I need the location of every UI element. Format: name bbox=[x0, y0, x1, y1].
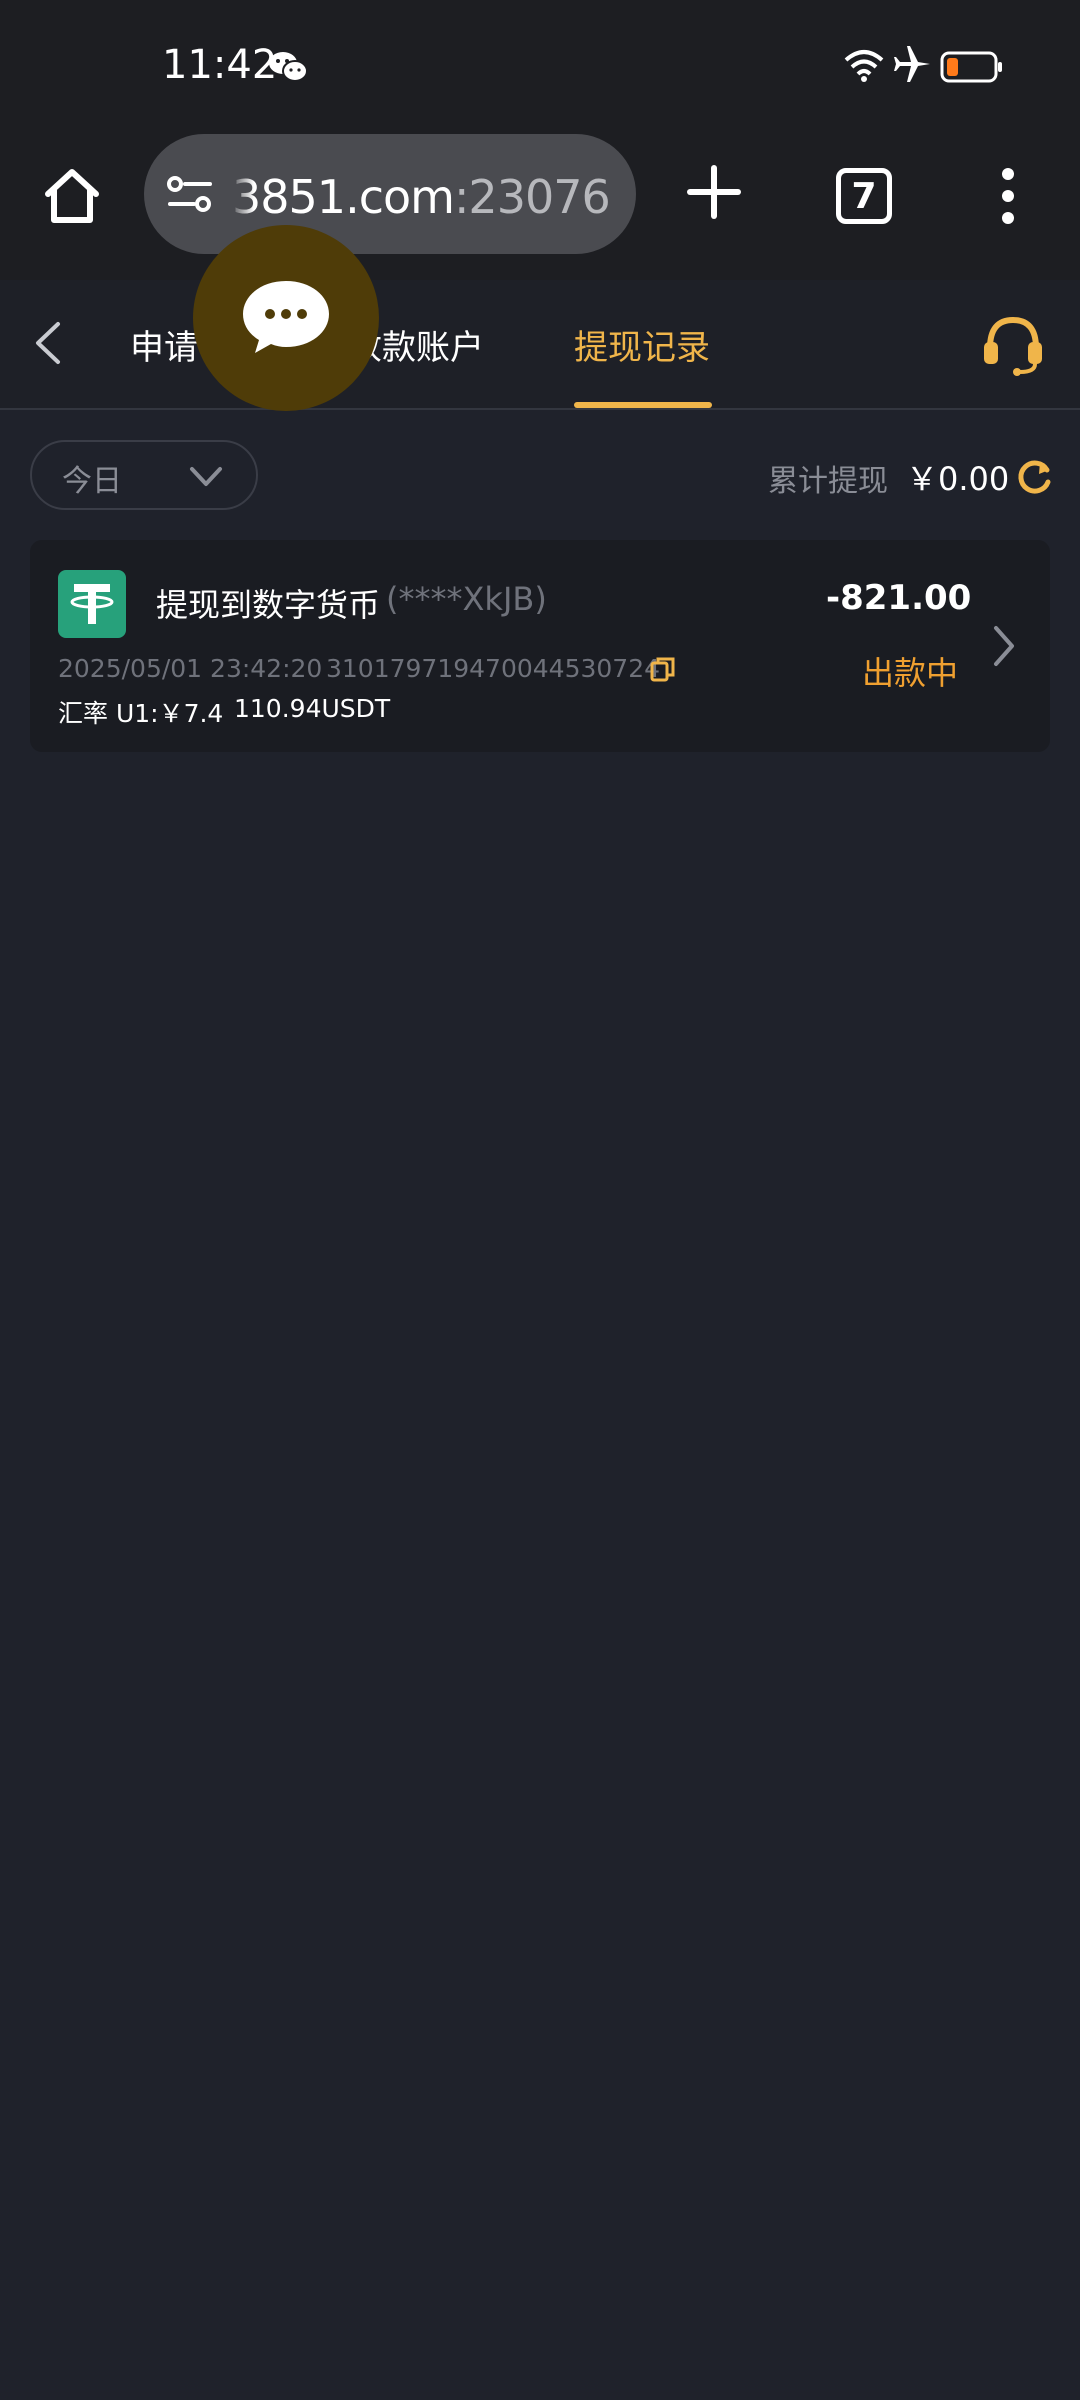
refresh-icon[interactable] bbox=[1014, 456, 1054, 496]
date-range-value: 今日 bbox=[62, 464, 122, 499]
total-withdrawal-value: ￥0.00 bbox=[906, 460, 1010, 498]
record-order-id: 310179719470044530724 bbox=[326, 654, 661, 683]
url-text[interactable]: 3851.com:23076 bbox=[232, 170, 611, 224]
browser-toolbar: 3851.com:23076 7 bbox=[0, 130, 1080, 280]
record-datetime: 2025/05/01 23:42:20 bbox=[58, 654, 323, 683]
chevron-right-icon bbox=[994, 626, 1014, 666]
url-port: :23076 bbox=[453, 170, 611, 224]
record-amount: -821.00 bbox=[826, 578, 972, 618]
chat-floating-button[interactable] bbox=[193, 225, 379, 411]
site-settings-icon[interactable] bbox=[166, 174, 214, 216]
date-range-select[interactable]: 今日 bbox=[30, 440, 258, 510]
airplane-mode-icon bbox=[894, 46, 930, 82]
chat-bubble-icon bbox=[243, 281, 329, 353]
home-icon[interactable] bbox=[40, 164, 104, 228]
status-bar: 11:42 bbox=[0, 0, 1080, 130]
tab-withdrawal-records[interactable]: 提现记录 bbox=[574, 320, 710, 369]
tab-nav: 申请 收款账户 提现记录 bbox=[0, 280, 1080, 410]
record-exchange-rate: 汇率 U1:￥7.4 bbox=[58, 699, 224, 728]
tether-usdt-icon bbox=[58, 570, 126, 638]
wifi-icon bbox=[844, 50, 884, 82]
tab-apply[interactable]: 申请 bbox=[130, 320, 198, 369]
copy-icon[interactable] bbox=[650, 656, 676, 682]
url-fade bbox=[230, 154, 254, 234]
total-withdrawal-label: 累计提现 bbox=[768, 464, 888, 499]
withdrawal-record-card[interactable]: 提现到数字货币 (****XkJB) -821.00 2025/05/01 23… bbox=[30, 540, 1050, 752]
wechat-icon bbox=[269, 52, 308, 82]
status-time: 11:42 bbox=[162, 42, 278, 88]
customer-service-headset-icon[interactable] bbox=[980, 314, 1046, 376]
record-title: 提现到数字货币 bbox=[156, 586, 381, 624]
page: 11:42 3851.com:23076 7 申请 收款账户 提现记录 今日 累… bbox=[0, 0, 1080, 2400]
chevron-down-icon bbox=[190, 467, 222, 486]
record-status: 出款中 bbox=[862, 654, 959, 692]
plus-icon[interactable] bbox=[686, 164, 742, 220]
active-tab-indicator bbox=[574, 402, 712, 408]
back-icon[interactable] bbox=[28, 320, 68, 366]
url-host: 3851.com bbox=[232, 170, 455, 224]
more-icon[interactable] bbox=[994, 166, 1022, 226]
record-usdt-amount: 110.94USDT bbox=[234, 694, 391, 723]
battery-low-icon bbox=[940, 51, 1002, 83]
tab-switcher-button[interactable]: 7 bbox=[836, 168, 892, 224]
address-bar[interactable]: 3851.com:23076 bbox=[144, 134, 636, 254]
record-account: (****XkJB) bbox=[386, 580, 547, 618]
